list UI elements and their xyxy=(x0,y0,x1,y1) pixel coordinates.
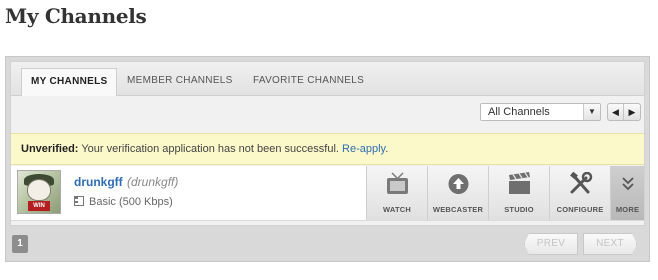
prev-page-button[interactable]: PREV xyxy=(524,233,578,255)
upload-icon xyxy=(448,174,469,194)
avatar-face xyxy=(27,179,51,201)
next-page-button[interactable]: NEXT xyxy=(583,233,637,255)
watch-label: WATCH xyxy=(383,205,411,214)
watch-button[interactable]: WATCH xyxy=(366,166,427,220)
notice-message: Your verification application has not be… xyxy=(81,143,339,155)
reapply-link[interactable]: Re-apply xyxy=(342,143,385,155)
webcaster-button[interactable]: WEBCASTER xyxy=(427,166,488,220)
channel-filter-value: All Channels xyxy=(488,106,550,118)
channel-toolbar: All Channels ▼ ◀ ▶ xyxy=(11,96,644,132)
more-label: MORE xyxy=(615,205,640,214)
channel-plan-label: Basic (500 Kbps) xyxy=(89,196,173,208)
page-title: My Channels xyxy=(5,4,147,28)
channel-handle: (drunkgff) xyxy=(127,175,179,189)
tab-bar: MY CHANNELS MEMBER CHANNELS FAVORITE CHA… xyxy=(11,62,644,97)
film-icon xyxy=(74,196,84,206)
tv-icon xyxy=(387,172,408,194)
channel-filter-select[interactable]: All Channels ▼ xyxy=(480,103,601,121)
verification-notice: Unverified: Your verification applicatio… xyxy=(11,133,644,165)
channels-panel: MY CHANNELS MEMBER CHANNELS FAVORITE CHA… xyxy=(5,56,650,262)
page-number-current[interactable]: 1 xyxy=(12,235,28,253)
studio-label: STUDIO xyxy=(504,205,534,214)
notice-end: . xyxy=(385,143,389,155)
notice-label: Unverified: xyxy=(21,143,79,155)
triangle-right-icon[interactable]: ▶ xyxy=(624,104,640,120)
channel-plan: Basic (500 Kbps) xyxy=(74,196,173,208)
tools-icon xyxy=(570,172,593,194)
caret-down-icon[interactable]: ▼ xyxy=(583,104,600,120)
channels-panel-inner: MY CHANNELS MEMBER CHANNELS FAVORITE CHA… xyxy=(10,61,645,226)
more-button[interactable]: MORE xyxy=(610,166,644,220)
clapperboard-icon xyxy=(509,172,530,194)
configure-label: CONFIGURE xyxy=(556,205,604,214)
tab-member-channels[interactable]: MEMBER CHANNELS xyxy=(118,68,242,96)
configure-button[interactable]: CONFIGURE xyxy=(549,166,610,220)
channel-avatar[interactable]: WIN xyxy=(17,170,61,214)
double-chevron-down-icon xyxy=(622,177,634,191)
triangle-left-icon[interactable]: ◀ xyxy=(608,104,624,120)
channel-row: WIN drunkgff (drunkgff) Basic (500 Kbps)… xyxy=(11,166,644,221)
studio-button[interactable]: STUDIO xyxy=(488,166,549,220)
avatar-badge: WIN xyxy=(28,201,50,211)
tab-my-channels[interactable]: MY CHANNELS xyxy=(21,68,118,97)
webcaster-label: WEBCASTER xyxy=(432,205,484,214)
tab-favorite-channels[interactable]: FAVORITE CHANNELS xyxy=(244,68,373,96)
carousel-nav: ◀ ▶ xyxy=(607,103,641,121)
pagination-bar: 1 PREV NEXT xyxy=(6,228,649,261)
channel-name-link[interactable]: drunkgff xyxy=(74,175,123,189)
channel-actions: WATCH WEBCASTER STUDIO CONFIGURE MORE xyxy=(366,166,644,220)
